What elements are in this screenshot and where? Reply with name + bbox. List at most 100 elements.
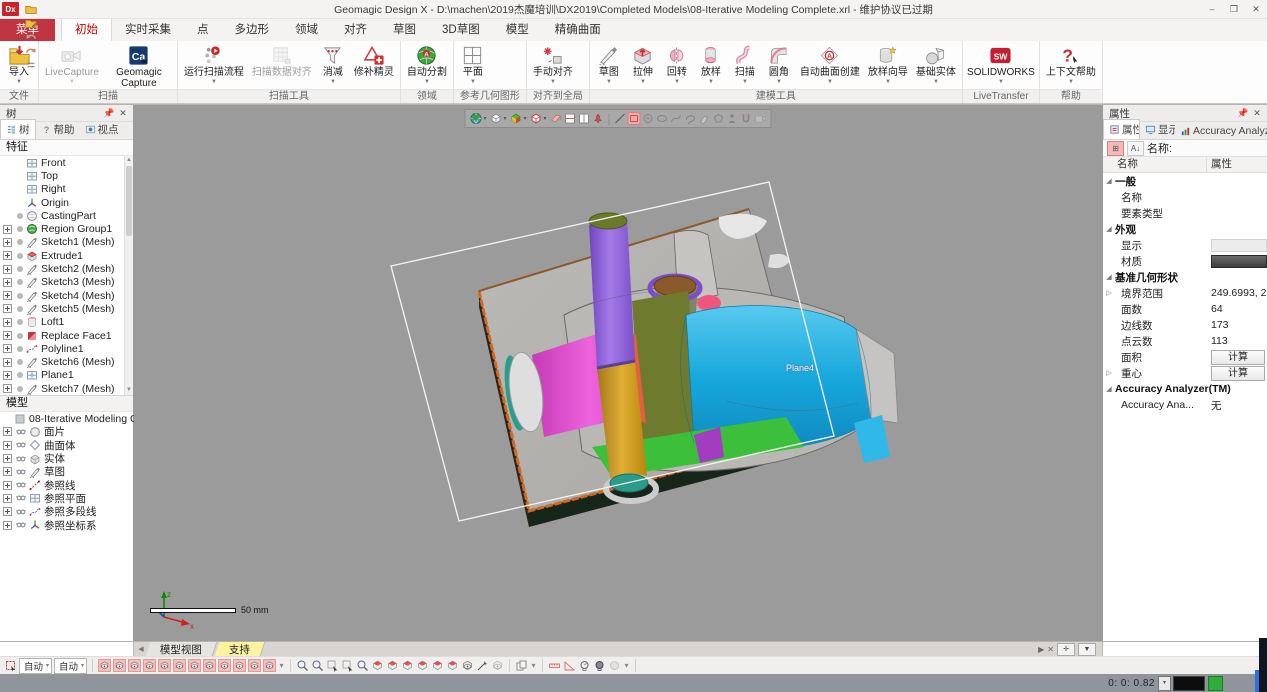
copy-view-icon[interactable] (515, 659, 528, 672)
view-ref-polyline-icon[interactable] (248, 659, 261, 672)
property-section-row[interactable]: ◢Accuracy Analyzer(TM) (1103, 381, 1267, 397)
pin-view-icon[interactable] (592, 112, 605, 125)
ribbon-button-extrude[interactable]: 拉伸▼ (626, 42, 660, 89)
model-tree-item[interactable]: 曲面体 (0, 439, 133, 452)
property-row[interactable]: 面积计算 (1103, 349, 1267, 365)
feature-tree-item[interactable]: Loft1 (0, 316, 124, 329)
split-columns-icon[interactable] (578, 112, 591, 125)
zoom-globe-icon[interactable] (311, 659, 324, 672)
row-expand-icon[interactable]: ▷ (1103, 369, 1115, 377)
ribbon-button-sketch[interactable]: 草图▼ (592, 42, 626, 89)
feature-tree-scrollbar[interactable]: ▲ ▼ (124, 156, 133, 395)
pin-icon[interactable]: 📌 (1236, 108, 1250, 119)
dropdown-arrow-icon[interactable]: ▾ (524, 115, 529, 122)
line-select-icon[interactable] (614, 112, 627, 125)
toolbar-options-icon[interactable] (23, 58, 39, 72)
feature-tree-item[interactable]: Sketch5 (Mesh) (0, 302, 124, 315)
zoom-fit-icon[interactable] (296, 659, 309, 672)
property-row[interactable]: Accuracy Ana...无 (1103, 397, 1267, 413)
close-button[interactable]: ✕ (1245, 1, 1267, 17)
property-row[interactable]: 面数64 (1103, 301, 1267, 317)
visibility-glasses-icon[interactable] (15, 520, 27, 530)
feature-tree-item[interactable]: Sketch2 (Mesh) (0, 262, 124, 275)
ribbon-button-loft[interactable]: 放样▼ (694, 42, 728, 89)
face-view-1-icon[interactable] (371, 659, 384, 672)
expand-icon[interactable] (3, 454, 12, 463)
ribbon-button-scan-process[interactable]: 运行扫描流程▼ (180, 42, 248, 89)
property-row[interactable]: 要素类型 (1103, 205, 1267, 221)
ribbon-button-loft-wizard[interactable]: 放样向导▼ (864, 42, 912, 89)
section-collapse-icon[interactable]: ◢ (1103, 225, 1115, 233)
spline-select-icon[interactable] (670, 112, 683, 125)
gauge-dark-icon[interactable] (593, 659, 606, 672)
visibility-glasses-icon[interactable] (15, 493, 27, 503)
ribbon-tab-6[interactable]: 对齐 (331, 18, 380, 41)
tree-panel-tab-1[interactable]: ?帮助 (36, 120, 80, 139)
feature-tree-item[interactable]: Sketch6 (Mesh) (0, 355, 124, 368)
overflow-icon[interactable]: ▾ (530, 661, 537, 670)
expand-icon[interactable] (3, 358, 12, 367)
view-sketch-icon[interactable] (188, 659, 201, 672)
dropdown-arrow-icon[interactable]: ▾ (504, 115, 509, 122)
expand-icon[interactable] (3, 251, 12, 260)
visibility-glasses-icon[interactable] (15, 454, 27, 464)
property-section-row[interactable]: ◢外观 (1103, 221, 1267, 237)
paint-select-icon[interactable] (698, 112, 711, 125)
camera-view-icon[interactable] (754, 112, 767, 125)
expand-icon[interactable] (3, 521, 12, 530)
view-ref-csys-icon[interactable] (263, 659, 276, 672)
scroll-down-icon[interactable]: ▼ (125, 386, 133, 395)
feature-tree-item[interactable]: Top (0, 169, 124, 182)
view-ref-line-icon[interactable] (218, 659, 231, 672)
grid-view-icon[interactable] (461, 659, 474, 672)
feature-tree-item[interactable]: Region Group1 (0, 222, 124, 235)
rendered-cube-icon[interactable] (510, 112, 523, 125)
ribbon-button-manual-align[interactable]: 手动对齐▼ (529, 42, 577, 89)
expand-icon[interactable] (3, 238, 12, 247)
add-view-button[interactable]: ✛ (1057, 643, 1075, 656)
visibility-glasses-icon[interactable] (15, 480, 27, 490)
feature-tree-item[interactable]: Right (0, 183, 124, 196)
section-view-icon[interactable] (550, 112, 563, 125)
overflow-icon[interactable]: ▾ (623, 661, 630, 670)
ribbon-button-sweep[interactable]: 扫描▼ (728, 42, 762, 89)
expand-icon[interactable] (3, 225, 12, 234)
ribbon-button-repair-wizard[interactable]: 修补精灵 (350, 42, 398, 89)
column-name[interactable]: 名称 (1103, 157, 1207, 172)
ellipse-select-icon[interactable] (656, 112, 669, 125)
face-view-3-icon[interactable] (401, 659, 414, 672)
select-view-2-icon[interactable] (341, 659, 354, 672)
model-root-item[interactable]: 08-Iterative Modeling Compl (0, 412, 133, 425)
view-globe-icon[interactable] (470, 112, 483, 125)
expand-icon[interactable] (3, 384, 12, 393)
ribbon-tab-5[interactable]: 领域 (282, 18, 331, 41)
model-tree-item[interactable]: 参照线 (0, 478, 133, 491)
feature-tree-item[interactable]: Sketch7 (Mesh) (0, 382, 124, 395)
section-collapse-icon[interactable]: ◢ (1103, 273, 1115, 281)
overflow-icon[interactable]: ▾ (278, 661, 285, 670)
ribbon-tab-7[interactable]: 草图 (380, 18, 429, 41)
feature-tree-item[interactable]: Sketch4 (Mesh) (0, 289, 124, 302)
expand-icon[interactable] (3, 344, 12, 353)
section-collapse-icon[interactable]: ◢ (1103, 177, 1115, 185)
ribbon-tab-3[interactable]: 点 (184, 18, 222, 41)
feature-tree-item[interactable]: Plane1 (0, 369, 124, 382)
redo-icon[interactable] (23, 44, 39, 58)
ribbon-tab-2[interactable]: 实时采集 (112, 18, 184, 41)
feature-tree-item[interactable]: Replace Face1 (0, 329, 124, 342)
angle-ruler-icon[interactable] (563, 659, 576, 672)
model-tree-item[interactable]: 参照坐标系 (0, 518, 133, 531)
expand-icon[interactable] (3, 481, 12, 490)
view-region-icon[interactable] (143, 659, 156, 672)
select-view-icon[interactable] (326, 659, 339, 672)
view-ref-plane-icon[interactable] (233, 659, 246, 672)
visibility-glasses-icon[interactable] (15, 427, 27, 437)
property-section-row[interactable]: ◢基准几何形状 (1103, 269, 1267, 285)
doc-tab-0[interactable]: 模型视图 (146, 642, 218, 656)
minimize-button[interactable]: – (1201, 1, 1223, 17)
view-list-dropdown[interactable]: ▼ (1078, 643, 1096, 656)
lasso-select-icon[interactable] (684, 112, 697, 125)
ribbon-tab-1[interactable]: 初始 (61, 17, 112, 41)
expand-icon[interactable] (3, 331, 12, 340)
tree-panel-tab-2[interactable]: 视点 (80, 120, 124, 139)
